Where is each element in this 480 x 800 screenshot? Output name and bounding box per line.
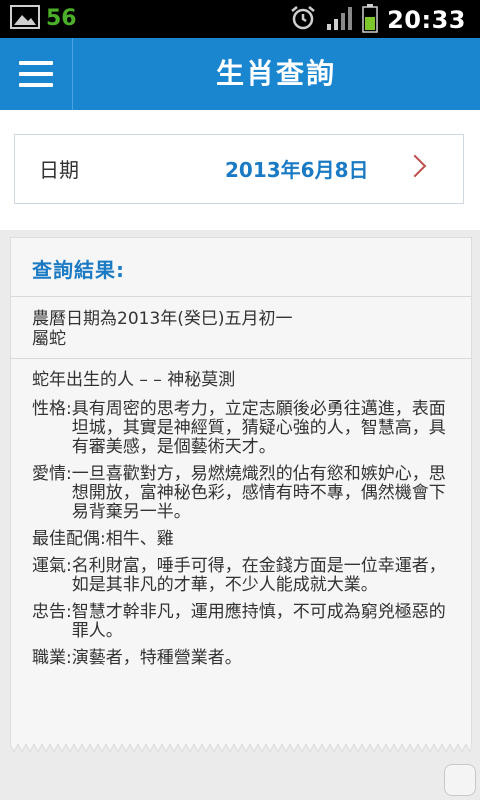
section-text: 一旦喜歡對方，易燃燒熾烈的佔有慾和嫉妒心，思想開放，富神秘色彩，感情有時不專，偶… [71,464,446,522]
section-personality: 性格: 具有周密的思考力，立定志願後必勇往邁進，表面坦城，其實是神經質，猜疑心強… [32,400,457,457]
hamburger-menu-icon [19,61,53,87]
notification-count: 56 [46,6,77,31]
section-fortune: 運氣: 名利財富，唾手可得，在金錢方面是一位幸運者，如是其非凡的才華，不少人能成… [32,557,457,595]
section-label: 愛情: [32,464,72,484]
section-text: 具有周密的思考力，立定志願後必勇往邁進，表面坦城，其實是神經質，猜疑心強的人，智… [71,399,446,457]
date-panel: 日期 2013年6月8日 [0,110,480,230]
signal-icon [325,4,353,36]
floating-button[interactable] [444,764,476,796]
clock-time: 20:33 [387,6,466,34]
zodiac-headline: 蛇年出生的人 – – 神秘莫測 [32,370,236,390]
section-advice: 忠告: 智慧才幹非凡，運用應持慎，不可成為窮兇極惡的罪人。 [32,603,457,641]
alarm-icon [289,4,317,36]
battery-icon [361,3,379,37]
receipt-edge [10,744,472,754]
image-icon [10,4,40,34]
section-text: 智慧才幹非凡，運用應持慎，不可成為窮兇極惡的罪人。 [71,602,446,641]
status-right: 20:33 [289,3,466,37]
section-best-match: 最佳配偶: 相牛、雞 [32,530,457,549]
section-label: 職業: [32,648,72,668]
lunar-info: 農曆日期為2013年(癸巳)五月初一 屬蛇 [32,309,293,349]
section-love: 愛情: 一旦喜歡對方，易燃燒熾烈的佔有慾和嫉妒心，思想開放，富神秘色彩，感情有時… [32,465,457,522]
lunar-date: 農曆日期為2013年(癸巳)五月初一 [32,309,293,329]
date-value: 2013年6月8日 [225,158,369,182]
status-left: 56 [10,4,77,34]
result-heading: 查詢結果: [32,258,125,282]
result-panel: 查詢結果: 農曆日期為2013年(癸巳)五月初一 屬蛇 蛇年出生的人 – – 神… [10,237,472,745]
menu-button[interactable] [0,38,73,110]
divider [11,296,471,297]
section-career: 職業: 演藝者，特種營業者。 [32,649,457,668]
zodiac-sign: 屬蛇 [32,329,66,349]
section-text: 名利財富，唾手可得，在金錢方面是一位幸運者，如是其非凡的才華，不少人能成就大業。 [71,556,446,595]
section-label: 性格: [32,399,72,419]
section-label: 運氣: [32,556,72,576]
section-text: 相牛、雞 [105,529,174,549]
zodiac-description: 蛇年出生的人 – – 神秘莫測 性格: 具有周密的思考力，立定志願後必勇往邁進，… [32,371,457,676]
page-title: 生肖查詢 [215,57,336,90]
section-label: 忠告: [32,602,72,622]
section-label: 最佳配偶: [32,529,106,549]
app-bar: 生肖查詢 [0,38,480,110]
date-label: 日期 [39,158,79,182]
section-text: 演藝者，特種營業者。 [71,648,242,668]
date-picker-row[interactable]: 日期 2013年6月8日 [14,134,464,204]
chevron-right-icon [403,154,427,178]
divider [11,358,471,359]
status-bar: 56 20:33 [0,0,480,38]
